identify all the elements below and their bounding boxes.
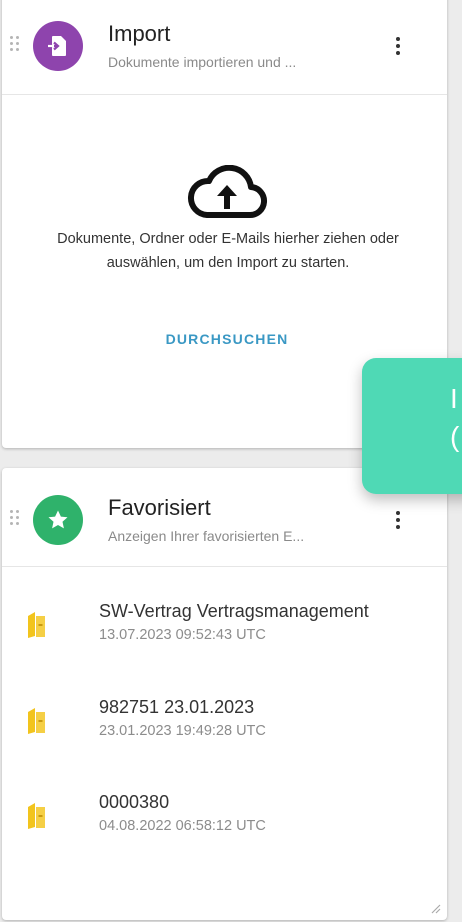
cloud-upload-icon (188, 165, 268, 219)
favorite-name: 0000380 (99, 792, 170, 812)
drag-handle-icon[interactable] (10, 36, 22, 54)
browse-button[interactable]: DURCHSUCHEN (2, 331, 447, 347)
list-item[interactable]: 0000380 04.08.2022 06:58:12 UTC (2, 788, 447, 858)
favorite-name: SW-Vertrag Vertragsmanagement (99, 601, 369, 621)
favorites-subtitle: Anzeigen Ihrer favorisierten E... (108, 528, 305, 544)
folder-binder-icon (28, 612, 45, 638)
list-item[interactable]: SW-Vertrag Vertragsmanagement 13.07.2023… (2, 597, 447, 667)
import-instructions: Dokumente, Ordner oder E-Mails hierher z… (57, 231, 399, 271)
folder-binder-icon (28, 803, 45, 829)
floating-teal-panel[interactable]: I ( (362, 358, 462, 494)
resize-handle-icon[interactable] (429, 902, 441, 914)
favorites-card: Favorisiert Anzeigen Ihrer favorisierten… (2, 468, 447, 920)
import-avatar (33, 21, 83, 71)
list-item[interactable]: 982751 23.01.2023 23.01.2023 19:49:28 UT… (2, 693, 447, 763)
drag-handle-icon[interactable] (10, 510, 22, 528)
favorites-title: Favorisiert (108, 495, 211, 520)
favorites-avatar (33, 495, 83, 545)
favorite-date: 04.08.2022 06:58:12 UTC (99, 818, 266, 834)
import-document-icon (48, 36, 66, 56)
folder-binder-icon (28, 708, 45, 734)
teal-panel-text: I ( (450, 383, 460, 452)
more-vert-icon[interactable] (388, 32, 408, 60)
favorite-date: 13.07.2023 09:52:43 UTC (99, 627, 266, 643)
star-icon (48, 510, 68, 529)
import-subtitle: Dokumente importieren und ... (108, 54, 297, 70)
more-vert-icon[interactable] (388, 506, 408, 534)
import-card-header: Import Dokumente importieren und ... (2, 0, 447, 95)
import-title: Import (108, 21, 171, 46)
favorite-date: 23.01.2023 19:49:28 UTC (99, 723, 266, 739)
favorite-name: 982751 23.01.2023 (99, 697, 255, 717)
